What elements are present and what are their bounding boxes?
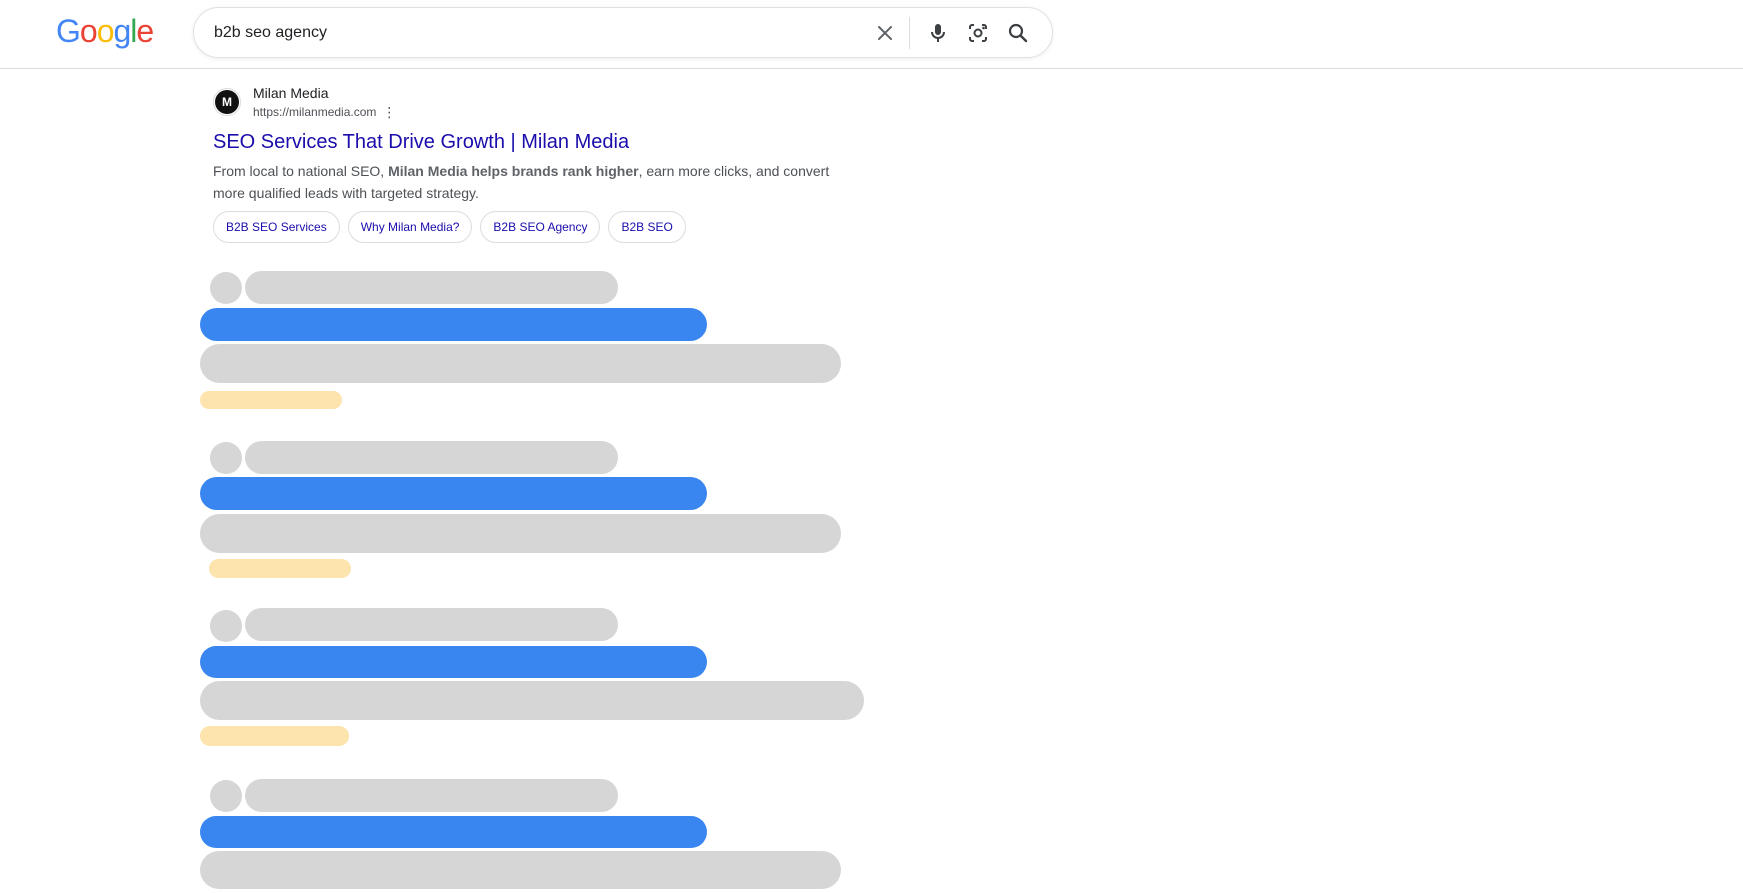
search-icons xyxy=(865,8,1038,57)
mic-icon[interactable] xyxy=(918,13,958,53)
search-divider xyxy=(909,16,910,49)
sitelink-chip[interactable]: Why Milan Media? xyxy=(347,211,473,243)
site-name: Milan Media xyxy=(253,85,329,101)
skeleton-site-line xyxy=(245,441,618,474)
logo-letter: o xyxy=(79,13,98,49)
sitelink-chip[interactable]: B2B SEO Agency xyxy=(480,211,601,243)
result-site-header[interactable]: M Milan Media https://milanmedia.com ⋮ xyxy=(213,82,873,122)
header-bar: Google xyxy=(0,0,1743,69)
sitelinks: B2B SEO Services Why Milan Media? B2B SE… xyxy=(213,211,873,243)
site-url: https://milanmedia.com xyxy=(253,105,377,119)
result-title-link[interactable]: SEO Services That Drive Growth | Milan M… xyxy=(213,129,873,155)
site-url-row: https://milanmedia.com ⋮ xyxy=(253,103,396,121)
skeleton-snippet-line xyxy=(200,681,864,720)
result-snippet: From local to national SEO, Milan Media … xyxy=(213,160,863,204)
skeleton-site-line xyxy=(245,271,618,304)
site-text: Milan Media https://milanmedia.com ⋮ xyxy=(253,83,396,121)
search-input[interactable] xyxy=(214,21,854,45)
site-favicon: M xyxy=(213,88,241,116)
skeleton-title-line xyxy=(200,646,707,678)
close-icon[interactable] xyxy=(865,13,905,53)
skeleton-site-line xyxy=(245,608,618,641)
snippet-text: From local to national SEO, xyxy=(213,163,389,179)
sitelink-chip[interactable]: B2B SEO xyxy=(608,211,686,243)
skeleton-snippet-line xyxy=(200,851,841,889)
snippet-highlight: Milan Media helps brands rank higher xyxy=(388,163,639,179)
sitelink-chip[interactable]: B2B SEO Services xyxy=(213,211,340,243)
camera-lens-icon[interactable] xyxy=(958,13,998,53)
skeleton-tag-line xyxy=(200,391,342,409)
skeleton-favicon xyxy=(210,610,242,642)
skeleton-title-line xyxy=(200,308,707,341)
skeleton-favicon xyxy=(210,442,242,474)
search-box xyxy=(193,7,1053,58)
skeleton-snippet-line xyxy=(200,514,841,553)
skeleton-tag-line xyxy=(209,559,351,578)
logo-letter: g xyxy=(113,13,131,49)
skeleton-title-line xyxy=(200,477,707,510)
search-icon[interactable] xyxy=(998,13,1038,53)
skeleton-favicon xyxy=(210,272,242,304)
logo-letter: e xyxy=(136,13,154,49)
logo-letter: G xyxy=(56,13,81,49)
skeleton-site-line xyxy=(245,779,618,812)
search-result: M Milan Media https://milanmedia.com ⋮ S… xyxy=(213,82,873,243)
more-options-icon[interactable]: ⋮ xyxy=(382,105,396,119)
skeleton-favicon xyxy=(210,780,242,812)
skeleton-snippet-line xyxy=(200,344,841,383)
logo-letter: o xyxy=(96,13,115,49)
skeleton-tag-line xyxy=(200,726,349,746)
favicon-logo-icon: M xyxy=(215,90,239,114)
google-logo[interactable]: Google xyxy=(56,13,154,50)
skeleton-title-line xyxy=(200,816,707,848)
